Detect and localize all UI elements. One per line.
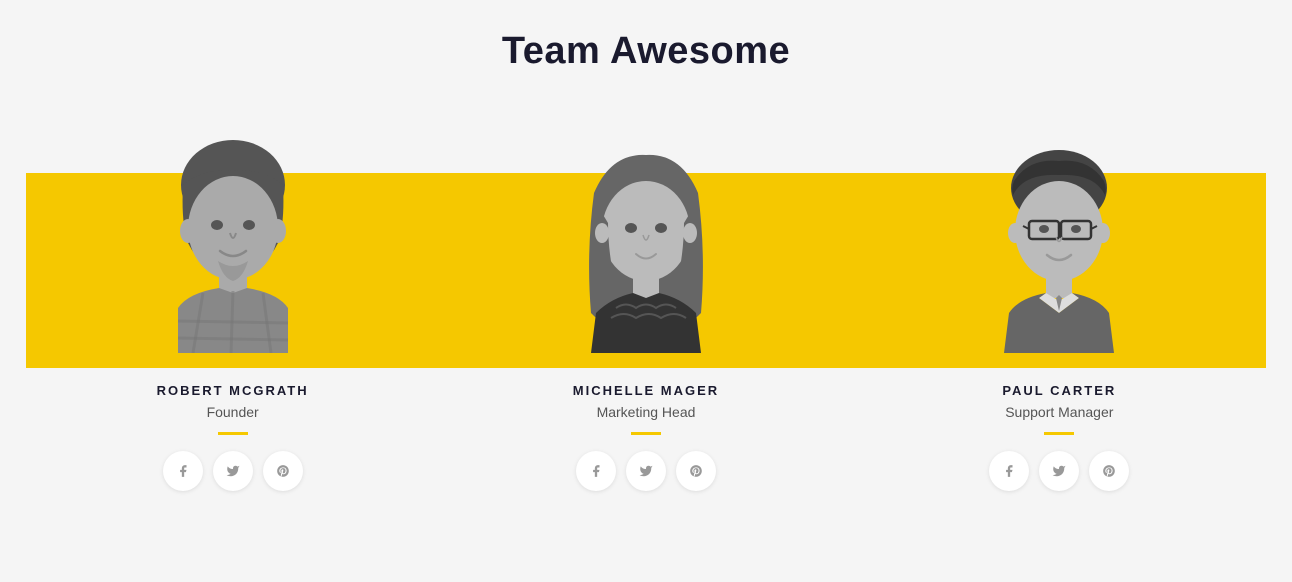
member-card-michelle: MICHELLE MAGER Marketing Head — [486, 113, 806, 491]
twitter-btn-paul[interactable] — [1039, 451, 1079, 491]
twitter-btn-robert[interactable] — [213, 451, 253, 491]
social-icons-michelle — [573, 451, 719, 491]
member-role-robert: Founder — [157, 404, 309, 420]
pinterest-btn-michelle[interactable] — [676, 451, 716, 491]
page-title: Team Awesome — [502, 30, 790, 73]
yellow-divider-robert — [218, 432, 248, 435]
member-card-paul: PAUL CARTER Support Manager — [899, 113, 1219, 491]
member-role-michelle: Marketing Head — [573, 404, 719, 420]
member-photo-wrapper-paul — [929, 113, 1189, 353]
twitter-btn-michelle[interactable] — [626, 451, 666, 491]
yellow-divider-paul — [1044, 432, 1074, 435]
member-photo-michelle — [536, 113, 756, 353]
pinterest-btn-paul[interactable] — [1089, 451, 1129, 491]
member-photo-robert — [123, 113, 343, 353]
member-info-paul: PAUL CARTER Support Manager — [989, 373, 1129, 491]
member-info-michelle: MICHELLE MAGER Marketing Head — [573, 373, 719, 491]
member-role-paul: Support Manager — [989, 404, 1129, 420]
team-members: ROBERT MCGRATH Founder — [26, 113, 1266, 491]
team-container: ROBERT MCGRATH Founder — [26, 113, 1266, 491]
facebook-btn-paul[interactable] — [989, 451, 1029, 491]
member-photo-paul — [949, 113, 1169, 353]
member-photo-wrapper-michelle — [516, 113, 776, 353]
yellow-divider-michelle — [631, 432, 661, 435]
social-icons-robert — [157, 451, 309, 491]
member-info-robert: ROBERT MCGRATH Founder — [157, 373, 309, 491]
member-name-paul: PAUL CARTER — [989, 383, 1129, 398]
member-name-michelle: MICHELLE MAGER — [573, 383, 719, 398]
member-name-robert: ROBERT MCGRATH — [157, 383, 309, 398]
pinterest-btn-robert[interactable] — [263, 451, 303, 491]
member-photo-wrapper-robert — [103, 113, 363, 353]
social-icons-paul — [989, 451, 1129, 491]
member-card-robert: ROBERT MCGRATH Founder — [73, 113, 393, 491]
facebook-btn-robert[interactable] — [163, 451, 203, 491]
facebook-btn-michelle[interactable] — [576, 451, 616, 491]
